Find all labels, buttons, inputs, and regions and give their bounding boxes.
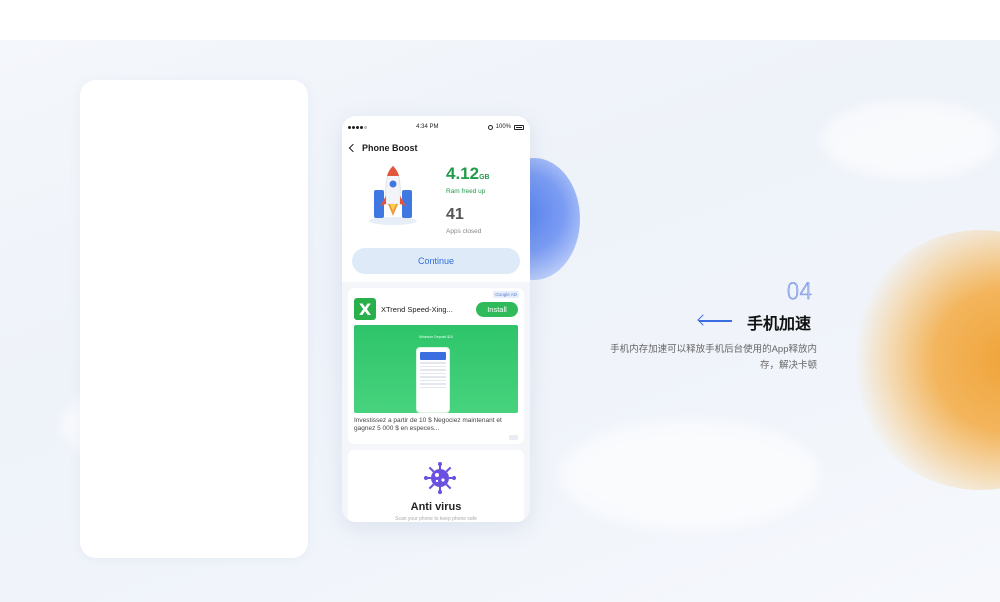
orange-blob-decoration (850, 230, 1000, 490)
feature-title: 手机加速 (747, 316, 812, 333)
ram-freed-value: 4.12GB (446, 164, 490, 183)
background-stage: 4:34 PM 100% Phone Boost 4.12GB Ram free… (0, 40, 1000, 602)
feature-description: 手机内存加速可以释放手机后台使用的App释放内存，解决卡顿 (610, 344, 817, 371)
continue-button[interactable]: Continue (352, 248, 520, 274)
install-button[interactable]: Install (476, 301, 518, 317)
xtrend-logo-icon: X (354, 298, 376, 320)
ad-app-name: XTrend Speed-Xing... (381, 304, 453, 314)
apps-closed-label: Apps closed (446, 228, 482, 235)
ad-info-icon[interactable] (509, 435, 518, 440)
antivirus-title: Anti virus (410, 501, 462, 513)
cloud-decoration (560, 420, 820, 530)
status-bar: 4:34 PM 100% (342, 116, 530, 138)
ad-description: Investissez a partir de 10 $ Negociez ma… (354, 417, 502, 432)
rocket-icon (369, 165, 417, 225)
back-arrow-icon[interactable] (348, 143, 358, 153)
arrow-left-head-icon (697, 314, 709, 326)
battery-icon (514, 124, 524, 130)
phone-mockup: 4:34 PM 100% Phone Boost 4.12GB Ram free… (342, 116, 530, 522)
battery-percent: 100% (495, 124, 511, 130)
ram-freed-label: Ram freed up (446, 188, 486, 195)
status-time: 4:34 PM (416, 124, 439, 130)
mini-phone-illustration (416, 347, 450, 413)
app-header: Phone Boost (342, 138, 530, 158)
signal-icon (348, 125, 367, 129)
cloud-decoration (820, 100, 1000, 180)
alarm-icon (487, 124, 493, 130)
blank-card (80, 80, 308, 558)
feature-number: 04 (786, 280, 814, 306)
antivirus-card[interactable]: Anti virus Scan your phone to keep phone… (348, 450, 524, 522)
boost-result: 4.12GB Ram freed up 41 Apps closed (342, 158, 530, 246)
ad-card[interactable]: Google AD X XTrend Speed-Xing... Install… (348, 288, 524, 444)
antivirus-subtitle: Scan your phone to keep phone safe (395, 516, 477, 522)
page-title: Phone Boost (362, 143, 418, 153)
apps-closed-value: 41 (446, 206, 464, 223)
virus-icon (424, 462, 456, 494)
ad-image[interactable]: Minimum Deposit $10 (354, 325, 518, 413)
ad-tag: Google AD (493, 291, 519, 298)
ad-image-caption: Minimum Deposit $10 (419, 335, 453, 339)
